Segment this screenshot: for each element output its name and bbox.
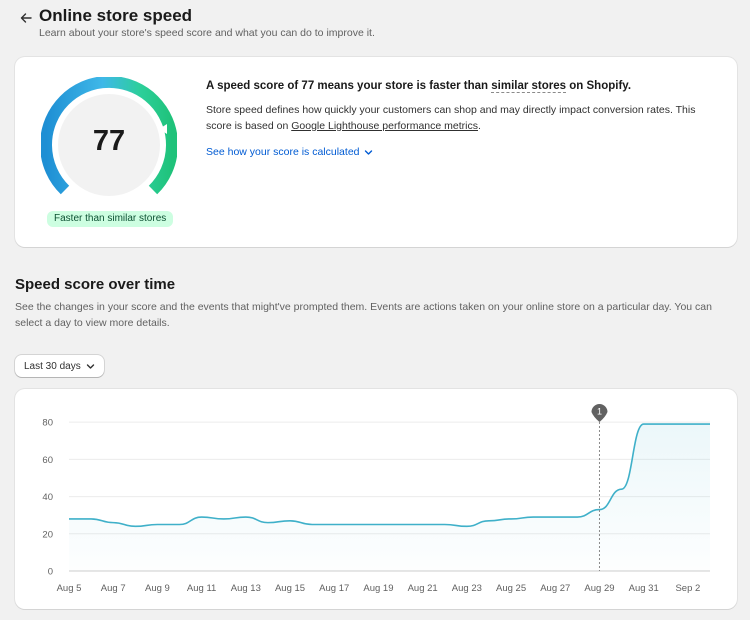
- y-tick-label: 20: [42, 529, 53, 540]
- x-tick-label: Aug 17: [319, 583, 349, 594]
- status-badge: Faster than similar stores: [47, 211, 174, 227]
- description-end: .: [477, 120, 481, 132]
- score-value: 77: [92, 125, 126, 157]
- calc-link-label: See how your score is calculated: [206, 146, 360, 158]
- date-range-select[interactable]: Last 30 days: [15, 355, 104, 377]
- x-tick-label: Aug 11: [187, 583, 216, 594]
- x-tick-label: Aug 29: [584, 583, 614, 594]
- x-tick-label: Aug 9: [145, 583, 170, 594]
- x-tick-label: Aug 21: [408, 583, 438, 594]
- x-tick-label: Aug 15: [275, 583, 305, 594]
- similar-stores-tooltip[interactable]: similar stores: [491, 80, 567, 93]
- x-tick-label: Sep 2: [675, 583, 700, 594]
- y-tick-label: 40: [42, 492, 53, 503]
- page-title: Online store speed: [39, 6, 193, 25]
- section-description: See the changes in your score and the ev…: [15, 301, 712, 329]
- lighthouse-metrics-link[interactable]: Google Lighthouse performance metrics: [291, 120, 478, 132]
- series-area: [69, 424, 710, 571]
- x-tick-label: Aug 13: [231, 583, 261, 594]
- x-tick-label: Aug 19: [363, 583, 393, 594]
- x-tick-label: Aug 31: [629, 583, 659, 594]
- event-marker-label: 1: [597, 407, 602, 417]
- headline-text: A speed score of 77 means your store is …: [206, 80, 492, 92]
- y-tick-label: 60: [42, 455, 53, 466]
- score-description: Store speed defines how quickly your cus…: [206, 102, 716, 134]
- back-button[interactable]: [16, 8, 36, 28]
- chevron-down-icon: [364, 149, 372, 155]
- arrow-left-icon: [20, 13, 32, 23]
- speed-score-chart-card: 0 20 40 60 80 Aug 5 Aug 7 Aug 9 Aug 11 Aug 13 Aug …: [15, 389, 737, 609]
- speed-score-card: 77 Faster than similar stores A speed sc…: [15, 57, 737, 247]
- date-range-label: Last 30 days: [24, 360, 81, 372]
- chevron-down-icon: [86, 363, 94, 369]
- score-headline: A speed score of 77 means your store is …: [206, 80, 632, 93]
- x-tick-label: Aug 27: [540, 583, 570, 594]
- x-tick-label: Aug 7: [101, 583, 126, 594]
- x-tick-label: Aug 23: [452, 583, 482, 594]
- page-subtitle: Learn about your store's speed score and…: [39, 27, 375, 39]
- x-tick-label: Aug 5: [57, 583, 82, 594]
- speed-score-chart: 0 20 40 60 80 Aug 5 Aug 7 Aug 9 Aug 11 Aug 13 Aug …: [42, 404, 710, 594]
- section-title: Speed score over time: [15, 276, 176, 293]
- y-tick-label: 0: [48, 567, 53, 578]
- y-tick-label: 80: [42, 418, 53, 429]
- headline-end: on Shopify.: [566, 80, 632, 92]
- score-calculation-link[interactable]: See how your score is calculated: [206, 146, 373, 158]
- x-tick-label: Aug 25: [496, 583, 526, 594]
